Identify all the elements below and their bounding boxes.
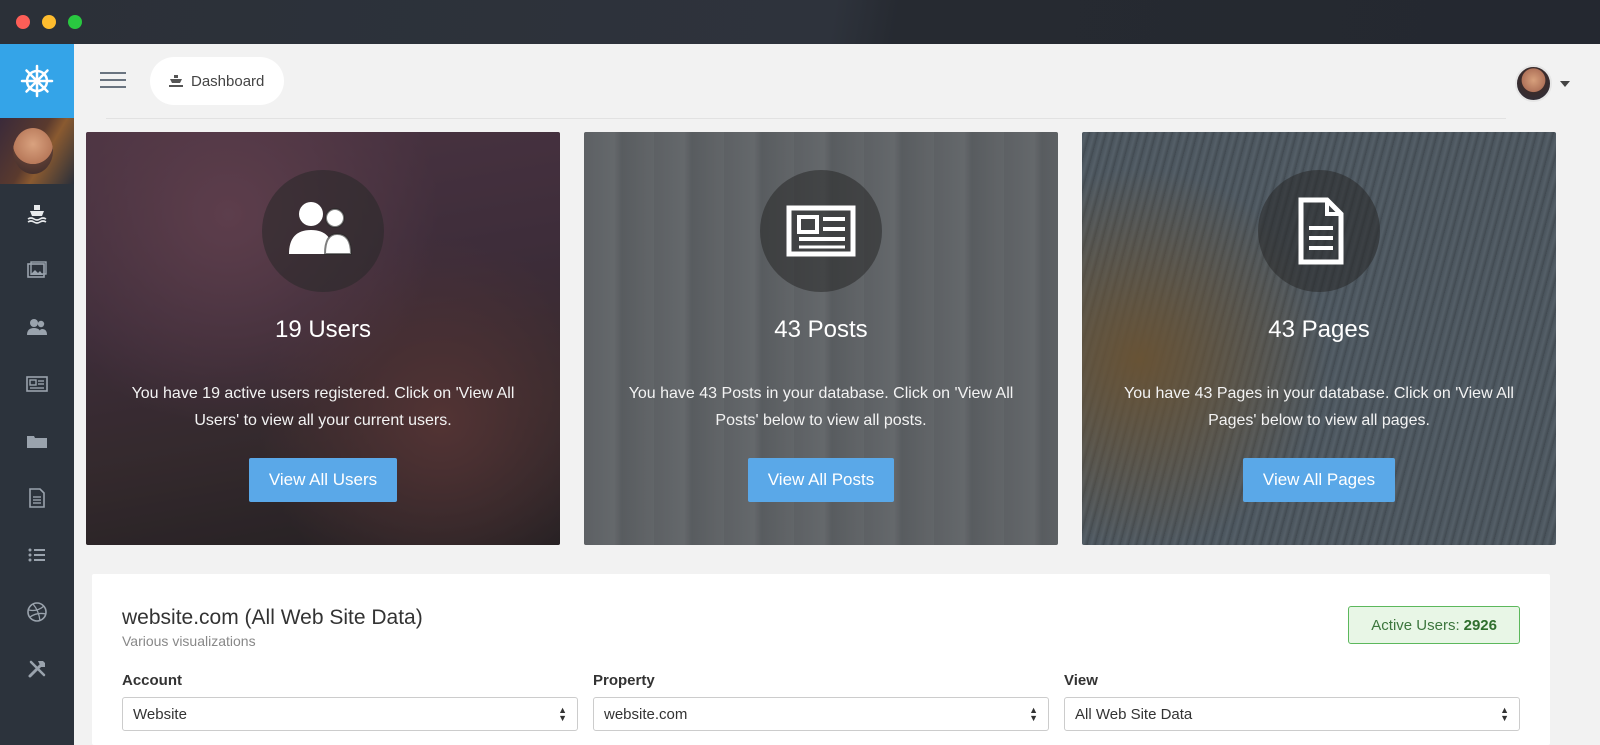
view-select-value: All Web Site Data (1075, 705, 1193, 723)
sidebar-item-dashboard[interactable] (0, 184, 74, 241)
document-icon (1298, 197, 1344, 265)
card-title: 19 Users (274, 316, 372, 343)
card-description: You have 43 Pages in your database. Clic… (1124, 385, 1514, 429)
ship-icon (169, 75, 183, 87)
top-navbar: Dashboard (74, 44, 1600, 118)
dribbble-icon (27, 601, 47, 622)
newspaper-icon (786, 205, 856, 257)
select-arrows-icon: ▲ ▼ (558, 705, 567, 723)
view-all-posts-button[interactable]: View All Posts (747, 458, 895, 502)
sidebar-avatar[interactable] (0, 118, 74, 184)
account-select-value: Website (133, 705, 187, 723)
account-select[interactable]: Website ▲ ▼ (122, 697, 578, 731)
users-icon-circle (262, 170, 384, 292)
divider (106, 118, 1506, 119)
window-titlebar (0, 0, 1600, 44)
select-arrows-icon: ▲ ▼ (1500, 705, 1509, 723)
view-all-users-button[interactable]: View All Users (248, 458, 398, 502)
view-all-pages-button[interactable]: View All Pages (1242, 458, 1396, 502)
newspaper-icon (26, 375, 48, 392)
card-title: 43 Posts (774, 316, 868, 343)
list-icon (28, 548, 45, 561)
menu-toggle-button[interactable] (100, 72, 126, 90)
breadcrumb[interactable]: Dashboard (150, 57, 285, 105)
avatar (1515, 65, 1552, 102)
close-window-button[interactable] (16, 15, 30, 29)
sidebar-item-posts[interactable] (0, 355, 74, 412)
sidebar-item-menus[interactable] (0, 526, 74, 583)
property-field: Property website.com ▲ ▼ (593, 672, 1049, 731)
user-menu[interactable] (1515, 65, 1570, 102)
minimize-window-button[interactable] (42, 15, 56, 29)
property-select[interactable]: website.com ▲ ▼ (593, 697, 1049, 731)
sidebar-item-users[interactable] (0, 298, 74, 355)
document-icon (29, 487, 45, 508)
view-select[interactable]: All Web Site Data ▲ ▼ (1064, 697, 1520, 731)
analytics-panel: website.com (All Web Site Data) Various … (92, 574, 1550, 745)
ship-wheel-icon (20, 64, 54, 98)
card-description: You have 43 Posts in your database. Clic… (628, 385, 1014, 429)
brand-logo[interactable] (0, 44, 74, 118)
ship-icon (27, 204, 47, 224)
active-users-count: 2926 (1463, 616, 1497, 634)
sidebar-item-media[interactable] (0, 241, 74, 298)
panel-subtitle: Various visualizations (122, 633, 256, 649)
posts-card: 43 Posts You have 43 Posts in your datab… (584, 132, 1058, 545)
account-label: Account (122, 672, 182, 689)
maximize-window-button[interactable] (68, 15, 82, 29)
select-arrows-icon: ▲ ▼ (1029, 705, 1038, 723)
image-icon (27, 260, 47, 278)
tools-icon (28, 660, 46, 677)
sidebar-item-database[interactable] (0, 583, 74, 640)
sidebar-item-categories[interactable] (0, 412, 74, 469)
hamburger-icon (100, 72, 126, 74)
active-users-badge: Active Users: 2926 (1348, 606, 1520, 644)
breadcrumb-label: Dashboard (191, 72, 265, 90)
pages-card: 43 Pages You have 43 Pages in your datab… (1082, 132, 1556, 545)
folder-icon (27, 435, 47, 448)
panel-title: website.com (All Web Site Data) (122, 606, 423, 629)
posts-icon-circle (760, 170, 882, 292)
sidebar-item-pages[interactable] (0, 469, 74, 526)
users-icon (27, 318, 47, 335)
view-field: View All Web Site Data ▲ ▼ (1064, 672, 1520, 731)
pages-icon-circle (1258, 170, 1380, 292)
card-title: 43 Pages (1268, 316, 1370, 343)
view-label: View (1064, 672, 1098, 689)
users-icon (289, 202, 353, 255)
chevron-down-icon (1560, 80, 1570, 87)
sidebar-item-tools[interactable] (0, 640, 74, 697)
active-users-label: Active Users: (1371, 616, 1460, 634)
sidebar (0, 44, 74, 745)
account-field: Account Website ▲ ▼ (122, 672, 578, 731)
users-card: 19 Users You have 19 active users regist… (86, 132, 560, 545)
card-description: You have 19 active users registered. Cli… (131, 385, 515, 429)
property-label: Property (593, 672, 655, 689)
property-select-value: website.com (604, 705, 688, 723)
